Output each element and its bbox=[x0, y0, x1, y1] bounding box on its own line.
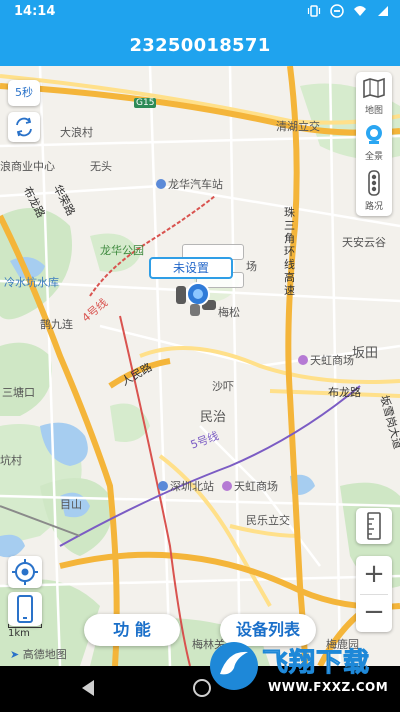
ruler-icon bbox=[367, 512, 381, 540]
vehicle-marker-label[interactable]: 未设置 bbox=[149, 257, 233, 279]
vehicle-cluster-icon[interactable] bbox=[176, 280, 220, 318]
zoom-in-button[interactable]: + bbox=[356, 556, 392, 594]
label-zhujiang-highway: 珠三角环线高速 bbox=[284, 206, 295, 297]
label-qinghu: 清湖立交 bbox=[276, 120, 320, 133]
phone-location-button[interactable] bbox=[8, 592, 42, 626]
layer-traffic-label: 路况 bbox=[364, 202, 383, 212]
mall-icon bbox=[298, 355, 308, 365]
label-lengshuikeng: 冷水坑水库 bbox=[4, 276, 59, 289]
label-tianan: 天安云谷 bbox=[342, 236, 386, 249]
map-view[interactable]: 大浪村 浪商业中心 无头 布龙路 华荣路 龙华汽车站 冷水坑水库 龙华公园 鹊九… bbox=[0, 66, 400, 666]
status-bar: 14:14 bbox=[0, 0, 400, 24]
crosshair-icon bbox=[12, 559, 38, 585]
battery-icon bbox=[378, 6, 388, 16]
dnd-icon bbox=[330, 4, 344, 18]
refresh-icon bbox=[16, 117, 32, 137]
camera-icon bbox=[366, 125, 382, 144]
functions-button[interactable]: 功 能 bbox=[84, 614, 180, 646]
refresh-interval-button[interactable]: 5秒 bbox=[8, 80, 40, 106]
scale-indicator: 1km bbox=[8, 624, 44, 639]
back-icon[interactable] bbox=[82, 680, 94, 696]
vibrate-icon bbox=[307, 5, 321, 17]
label-wuer: 无头 bbox=[90, 160, 112, 173]
layer-panorama-button[interactable]: 全景 bbox=[356, 122, 392, 162]
label-shaxiang: 沙吓 bbox=[212, 380, 234, 393]
ruler-button[interactable] bbox=[356, 508, 392, 544]
phone-icon bbox=[17, 595, 33, 623]
watermark: 飞翔下载 WWW.FXXZ.COM bbox=[206, 636, 400, 712]
map-layer-panel: 地图 全景 路况 bbox=[356, 72, 392, 216]
label-qingjiulian: 鹊九连 bbox=[40, 318, 73, 331]
label-shenzhen-north: 深圳北站 bbox=[158, 478, 214, 494]
label-kangcun: 坑村 bbox=[0, 454, 22, 467]
label-sanlian: 三塘口 bbox=[2, 386, 35, 399]
layer-panorama-label: 全景 bbox=[364, 152, 383, 162]
mall-icon bbox=[222, 481, 232, 491]
traffic-light-icon bbox=[368, 170, 380, 196]
watermark-url: WWW.FXXZ.COM bbox=[268, 680, 389, 694]
label-bulong-road2: 布龙路 bbox=[328, 386, 361, 399]
station-icon bbox=[158, 481, 168, 491]
scale-label: 1km bbox=[8, 628, 30, 639]
zoom-out-button[interactable]: − bbox=[356, 594, 392, 632]
label-longhua-park: 龙华公园 bbox=[100, 244, 144, 257]
label-minzhi: 民治 bbox=[200, 410, 227, 425]
bus-station-icon bbox=[156, 179, 166, 189]
label-meisong: 梅松 bbox=[218, 306, 240, 319]
navigation-arrow-icon: ➤ bbox=[10, 648, 20, 661]
app-header: 23250018571 bbox=[0, 24, 400, 66]
watermark-logo bbox=[210, 642, 258, 690]
layer-map-button[interactable]: 地图 bbox=[356, 76, 392, 116]
label-minle: 民乐立交 bbox=[246, 514, 290, 527]
status-icons bbox=[307, 4, 390, 18]
label-tianhong: 天虹商场 bbox=[222, 478, 278, 494]
page-title: 23250018571 bbox=[129, 35, 271, 56]
layer-traffic-button[interactable]: 路况 bbox=[356, 170, 392, 212]
status-time: 14:14 bbox=[14, 4, 56, 19]
wifi-icon bbox=[354, 6, 366, 16]
label-bantian: 坂田 bbox=[352, 346, 379, 361]
label-lang-center: 浪商业中心 bbox=[0, 160, 55, 173]
label-g15: G15 bbox=[134, 98, 157, 108]
label-tianhong2: 天虹商场 bbox=[298, 352, 354, 368]
app-root: 14:14 23250018571 大浪村 浪商业中心 无头 布龙路 华荣路 龙… bbox=[0, 0, 400, 712]
refresh-button[interactable] bbox=[8, 112, 40, 142]
label-lieshan: 目山 bbox=[60, 498, 82, 511]
label-chang: 场 bbox=[246, 260, 257, 273]
map-provider-logo: ➤ 高德地图 bbox=[10, 646, 67, 662]
label-dalang: 大浪村 bbox=[60, 126, 93, 139]
layer-map-label: 地图 bbox=[364, 106, 383, 116]
locate-me-button[interactable] bbox=[8, 556, 42, 588]
map-provider-label: 高德地图 bbox=[22, 648, 67, 661]
label-longhua-bus-station: 龙华汽车站 bbox=[156, 176, 223, 192]
watermark-title: 飞翔下载 bbox=[261, 648, 371, 679]
map-icon bbox=[363, 77, 385, 99]
zoom-control: + − bbox=[356, 556, 392, 632]
